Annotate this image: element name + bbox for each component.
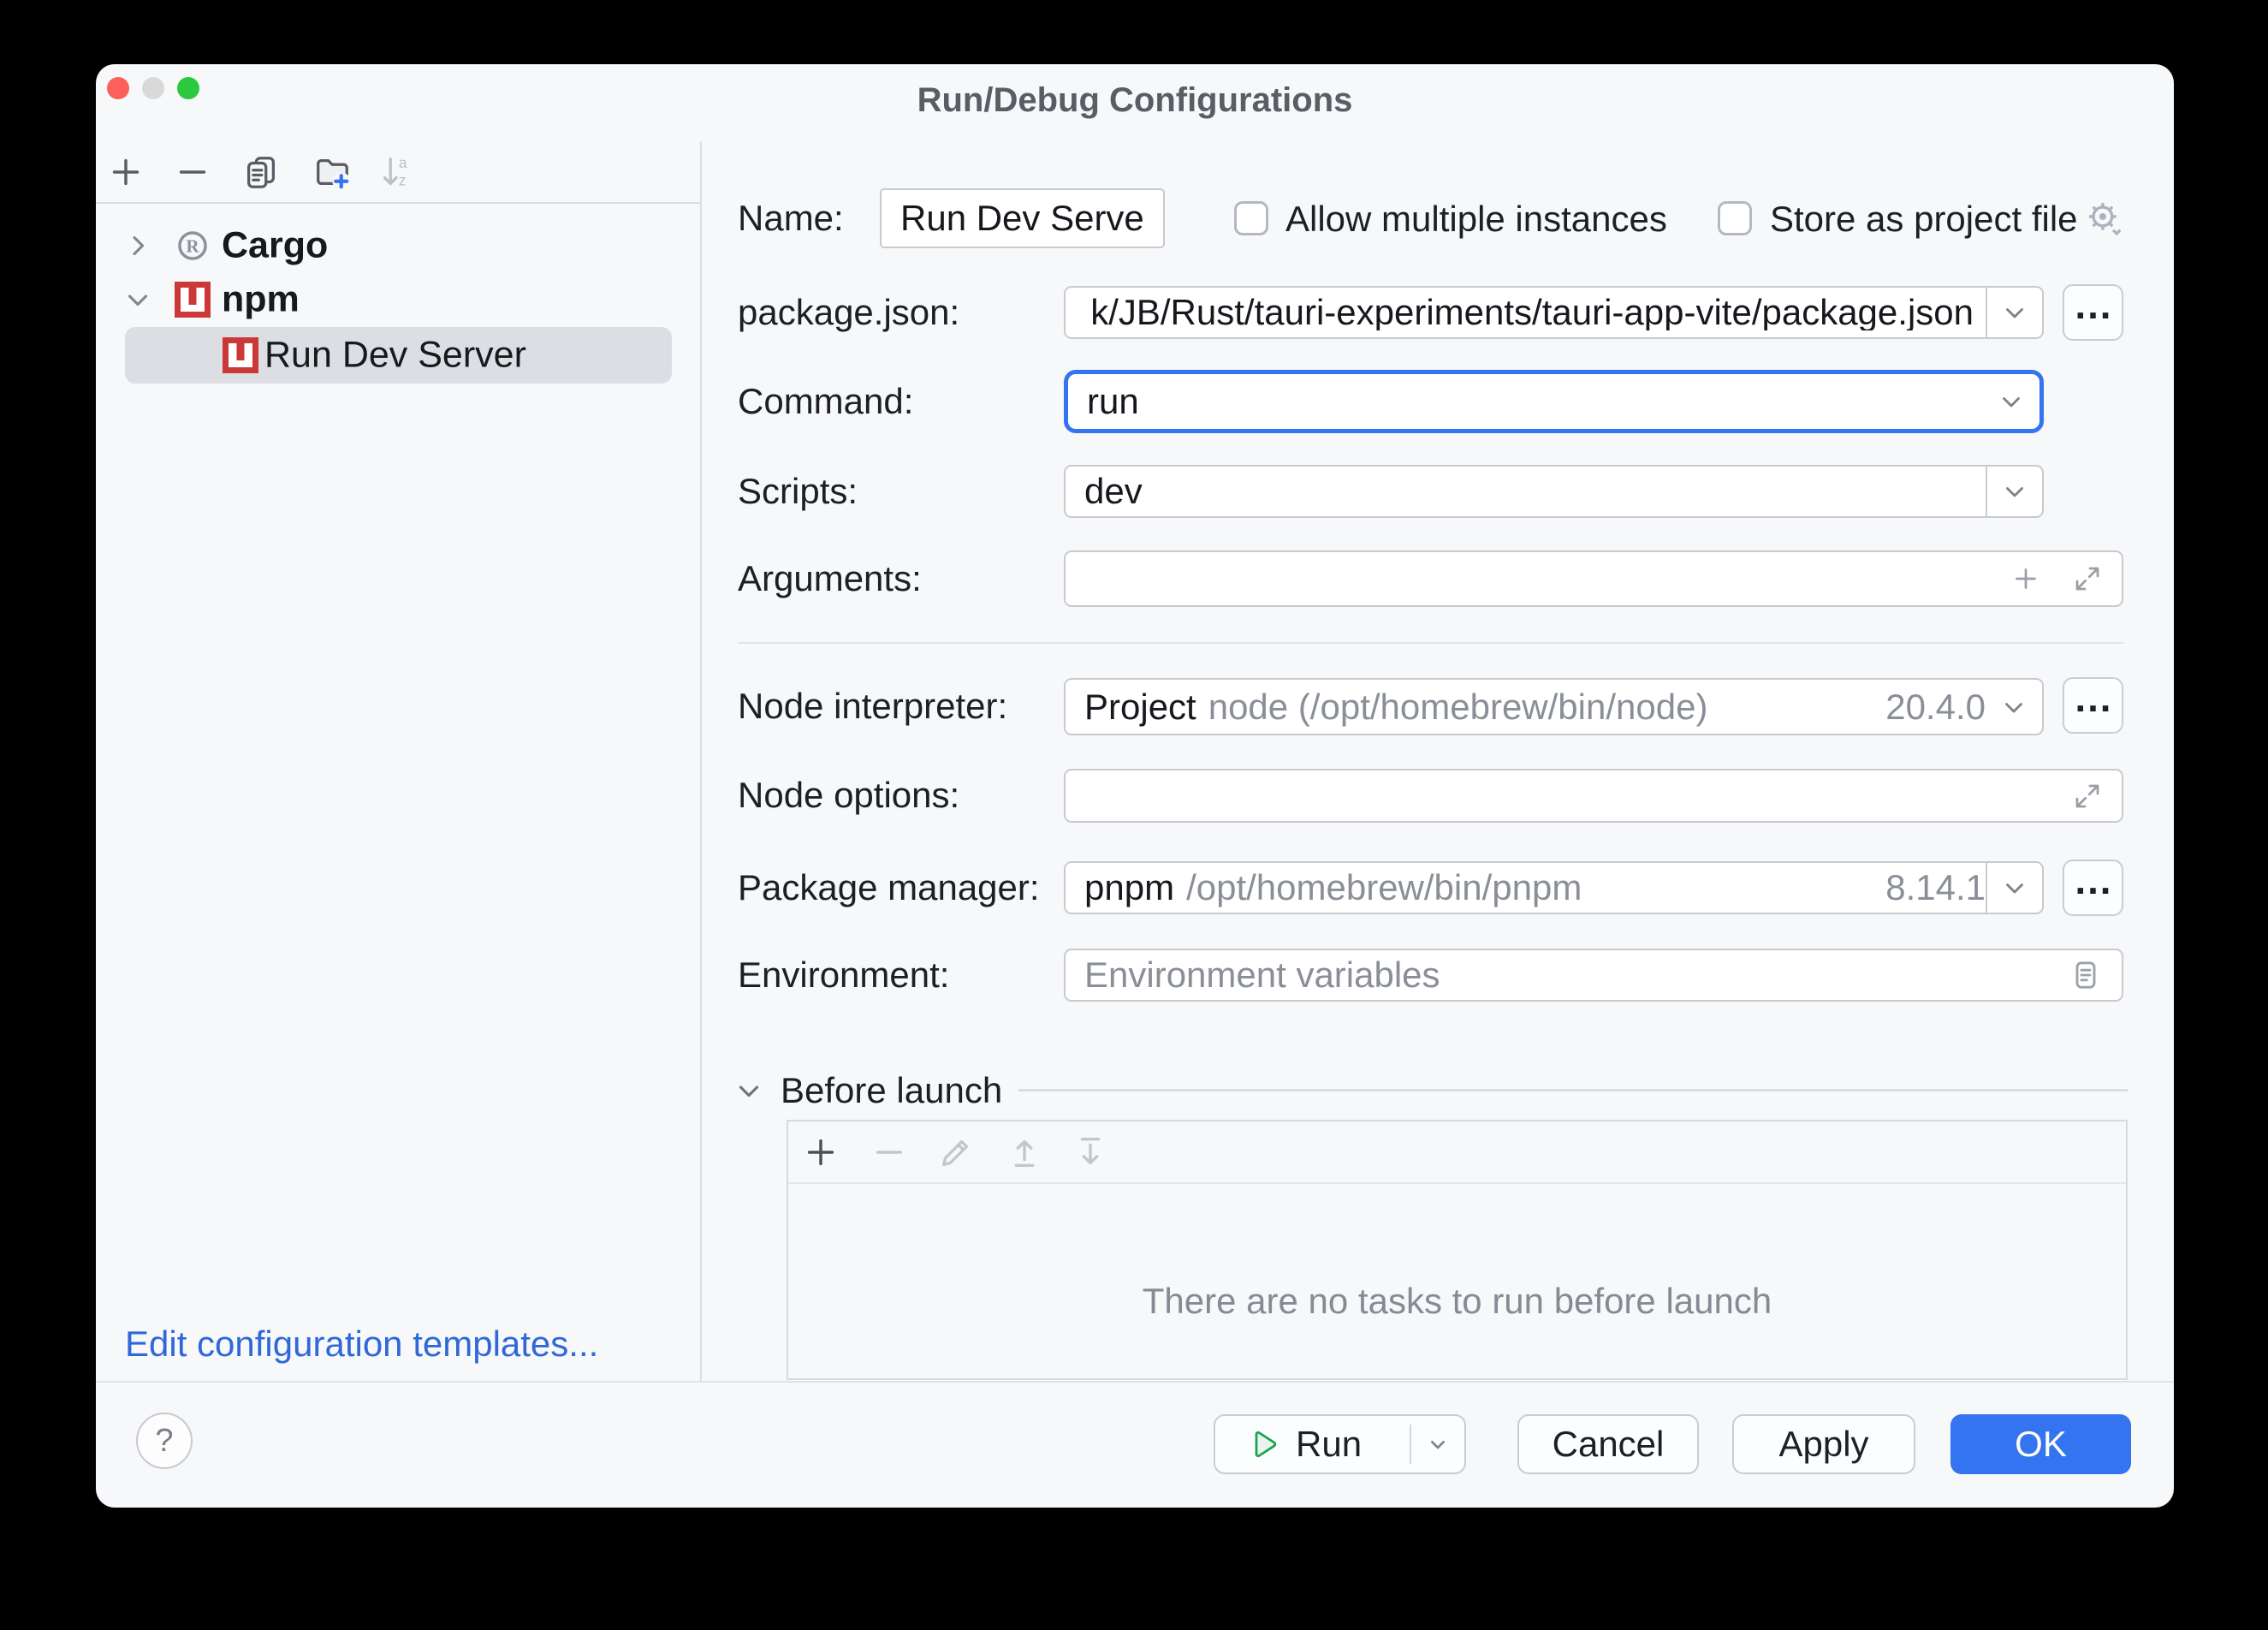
add-configuration-icon[interactable]: [106, 152, 145, 192]
run-options-dropdown[interactable]: [1411, 1431, 1464, 1458]
run-button[interactable]: Run: [1214, 1414, 1466, 1474]
package-manager-field[interactable]: pnpm /opt/homebrew/bin/pnpm 8.14.1: [1064, 861, 2044, 914]
chevron-down-icon: [2000, 873, 2029, 902]
package-manager-version: 8.14.1: [1885, 870, 1986, 906]
chevron-down-icon: [1424, 1431, 1452, 1458]
package-json-field[interactable]: k/JB/Rust/tauri-experiments/tauri-app-vi…: [1064, 286, 2044, 339]
before-launch-panel: There are no tasks to run before launch: [787, 1120, 2128, 1380]
sort-configurations-icon[interactable]: az: [376, 152, 415, 192]
expand-field-icon[interactable]: [2072, 781, 2103, 812]
chevron-down-icon[interactable]: [122, 283, 154, 316]
command-dropdown-button[interactable]: [1983, 374, 2039, 429]
play-icon: [1244, 1426, 1280, 1462]
node-options-input[interactable]: [1066, 770, 2072, 821]
store-as-project-file-checkbox[interactable]: [1718, 201, 1752, 235]
cargo-rust-icon: R: [175, 228, 211, 264]
npm-icon: [223, 337, 258, 373]
store-settings-gear-icon[interactable]: [2083, 197, 2126, 240]
sidebar-item-npm[interactable]: npm: [96, 272, 700, 327]
name-input[interactable]: [882, 190, 1163, 247]
remove-task-icon[interactable]: [870, 1133, 909, 1172]
ok-button[interactable]: OK: [1950, 1414, 2131, 1474]
node-interpreter-value: Project: [1066, 689, 1196, 725]
scripts-dropdown-button[interactable]: [1986, 467, 2042, 516]
expand-field-icon[interactable]: [2072, 563, 2103, 594]
new-folder-icon[interactable]: [312, 152, 352, 192]
package-json-value: k/JB/Rust/tauri-experiments/tauri-app-vi…: [1072, 294, 1986, 330]
package-manager-browse-button[interactable]: …: [2063, 860, 2123, 916]
node-interpreter-browse-button[interactable]: …: [2063, 677, 2123, 734]
allow-multiple-instances-label[interactable]: Allow multiple instances: [1285, 199, 1667, 240]
run-button-label: Run: [1296, 1424, 1362, 1465]
node-interpreter-path: node (/opt/homebrew/bin/node): [1208, 689, 1708, 725]
package-json-dropdown-button[interactable]: [1986, 288, 2042, 337]
cancel-button[interactable]: Cancel: [1517, 1414, 1699, 1474]
sidebar-item-label: Cargo: [222, 225, 328, 267]
arguments-field[interactable]: [1064, 550, 2123, 607]
help-button[interactable]: ?: [136, 1413, 193, 1469]
command-value: run: [1068, 384, 1139, 419]
add-argument-icon[interactable]: [2010, 563, 2041, 594]
svg-text:R: R: [186, 235, 199, 256]
name-field[interactable]: [880, 188, 1165, 248]
dialog-title: Run/Debug Configurations: [96, 80, 2174, 121]
section-divider: [738, 642, 2123, 644]
before-launch-collapse-icon[interactable]: [733, 1074, 765, 1107]
sidebar-item-label: npm: [222, 279, 300, 321]
chevron-down-icon: [1997, 387, 2026, 416]
node-options-field[interactable]: [1064, 769, 2123, 823]
scripts-value: dev: [1066, 473, 1143, 509]
scripts-field[interactable]: dev: [1064, 465, 2044, 518]
arguments-label: Arguments:: [738, 558, 922, 599]
chevron-down-icon: [1999, 693, 2028, 722]
run-debug-configurations-dialog: Run/Debug Configurations az R Cargo npm …: [96, 64, 2174, 1508]
copy-configuration-icon[interactable]: [241, 152, 281, 192]
sidebar-item-label: Run Dev Server: [264, 335, 526, 377]
node-interpreter-label: Node interpreter:: [738, 686, 1007, 727]
package-json-label: package.json:: [738, 292, 959, 333]
chevron-down-icon: [2000, 298, 2029, 327]
node-interpreter-version: 20.4.0: [1885, 689, 1986, 725]
arguments-input[interactable]: [1066, 552, 2010, 605]
add-task-icon[interactable]: [801, 1133, 840, 1172]
node-interpreter-dropdown-button[interactable]: [1986, 680, 2042, 734]
svg-text:a: a: [399, 154, 407, 171]
package-json-browse-button[interactable]: …: [2063, 284, 2123, 341]
allow-multiple-instances-checkbox[interactable]: [1234, 201, 1268, 235]
sidebar-toolbar: az: [96, 141, 700, 204]
name-label: Name:: [738, 198, 844, 239]
move-task-up-icon[interactable]: [1005, 1133, 1044, 1172]
before-launch-toolbar: [788, 1121, 2126, 1184]
apply-button[interactable]: Apply: [1732, 1414, 1915, 1474]
sidebar-item-run-dev-server[interactable]: Run Dev Server: [96, 328, 700, 383]
no-tasks-message: There are no tasks to run before launch: [788, 1281, 2126, 1322]
scripts-label: Scripts:: [738, 471, 858, 512]
edit-configuration-templates-link[interactable]: Edit configuration templates...: [125, 1324, 598, 1365]
edit-task-pencil-icon[interactable]: [936, 1133, 976, 1172]
package-manager-value: pnpm: [1066, 870, 1174, 906]
sidebar-item-cargo[interactable]: R Cargo: [96, 218, 700, 273]
dialog-footer: ? Run Cancel Apply OK: [96, 1381, 2174, 1508]
command-label: Command:: [738, 381, 913, 422]
move-task-down-icon[interactable]: [1071, 1133, 1110, 1172]
chevron-down-icon: [2000, 477, 2029, 506]
environment-input[interactable]: [1066, 950, 2069, 1000]
package-manager-dropdown-button[interactable]: [1986, 863, 2042, 913]
package-manager-label: Package manager:: [738, 867, 1040, 908]
command-field[interactable]: run: [1064, 370, 2044, 433]
configurations-sidebar: az R Cargo npm Run Dev Server Edit confi…: [96, 141, 702, 1381]
environment-label: Environment:: [738, 955, 949, 996]
store-as-project-file-label[interactable]: Store as project file: [1770, 199, 2078, 240]
svg-text:z: z: [399, 171, 407, 188]
environment-field[interactable]: [1064, 949, 2123, 1002]
environment-variables-list-icon[interactable]: [2069, 958, 2103, 992]
before-launch-title[interactable]: Before launch: [781, 1070, 1002, 1111]
chevron-right-icon[interactable]: [122, 229, 154, 262]
remove-configuration-icon[interactable]: [173, 152, 212, 192]
package-manager-path: /opt/homebrew/bin/pnpm: [1186, 870, 1582, 906]
before-launch-divider: [1018, 1089, 2128, 1092]
node-options-label: Node options:: [738, 775, 959, 816]
node-interpreter-field[interactable]: Project node (/opt/homebrew/bin/node) 20…: [1064, 678, 2044, 735]
npm-icon: [175, 282, 211, 318]
